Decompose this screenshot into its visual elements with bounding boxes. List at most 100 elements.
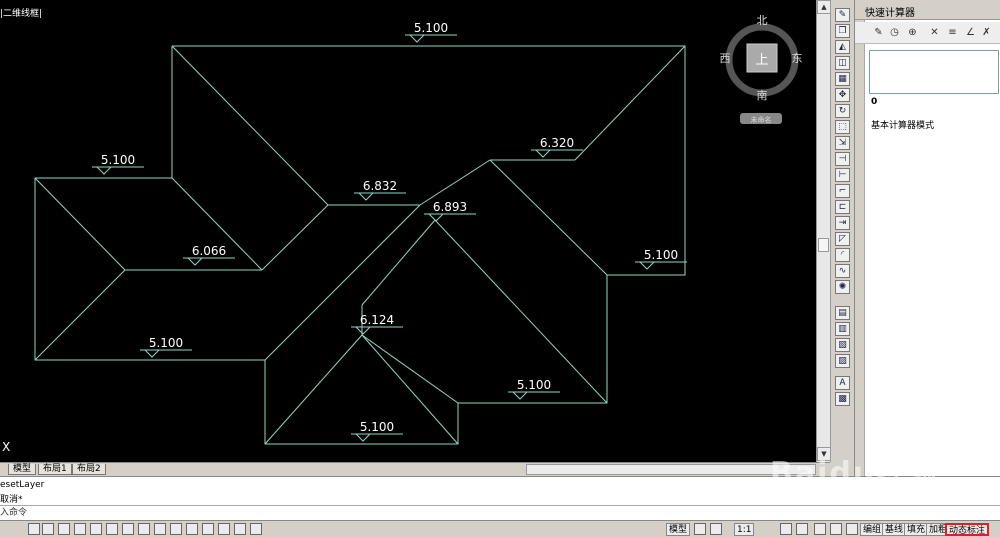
auto-scale-icon[interactable] <box>796 523 808 535</box>
object-snap-icon[interactable] <box>106 523 118 535</box>
viewcube-south-label[interactable]: 南 <box>757 89 768 102</box>
intersection-icon[interactable]: ✗ <box>979 26 994 40</box>
elevation-marker[interactable]: 5.100 <box>351 420 403 442</box>
draworder-back-icon[interactable]: ▥ <box>835 322 850 336</box>
ridge-line[interactable] <box>34 269 126 361</box>
grid-display-icon[interactable] <box>58 523 70 535</box>
elevation-value[interactable]: 5.100 <box>517 378 551 392</box>
get-coordinates-icon[interactable]: ⊕ <box>905 26 920 40</box>
canvas-vertical-scrollbar[interactable]: ▲ ▼ <box>816 0 831 462</box>
scroll-thumb[interactable] <box>818 238 829 252</box>
transparency-icon[interactable] <box>202 523 214 535</box>
viewcube-north-label[interactable]: 北 <box>757 14 768 27</box>
break-at-point-icon[interactable]: ⊏ <box>835 200 850 214</box>
fillet-icon[interactable]: ◜ <box>835 248 850 262</box>
draworder-below-icon[interactable]: ▨ <box>835 354 850 368</box>
tab-layout2[interactable]: 布局2 <box>72 464 106 475</box>
ridge-line[interactable] <box>171 45 329 206</box>
workspace-switch-icon[interactable] <box>814 523 826 535</box>
elevation-marker[interactable]: 5.100 <box>92 153 144 175</box>
join-icon[interactable]: ⇥ <box>835 216 850 230</box>
roof-plan-drawing[interactable]: 5.100 5.100 6.066 6.832 6.893 6.320 5.100 5.100… <box>0 0 816 462</box>
tab-layout1[interactable]: 布局1 <box>38 464 72 475</box>
ridge-line[interactable] <box>574 45 686 161</box>
ortho-mode-icon[interactable] <box>74 523 86 535</box>
ridge-line[interactable] <box>361 219 436 306</box>
explode-icon[interactable]: ✺ <box>835 280 850 294</box>
tab-model[interactable]: 模型 <box>8 464 37 475</box>
baseline-button[interactable]: 基线 <box>882 523 907 536</box>
erase-icon[interactable]: ✎ <box>835 8 850 22</box>
polar-tracking-icon[interactable] <box>90 523 102 535</box>
elevation-value[interactable]: 6.832 <box>363 179 397 193</box>
palette-titlebar[interactable]: 快速计算器 <box>855 0 1000 20</box>
quick-view-layouts-icon[interactable] <box>694 523 706 535</box>
fill-button[interactable]: 填充 <box>904 523 929 536</box>
elevation-marker[interactable]: 6.893 <box>424 200 476 222</box>
mirror-icon[interactable]: ◭ <box>835 40 850 54</box>
model-space-button[interactable]: 模型 <box>666 523 691 536</box>
selection-cycling-icon[interactable] <box>234 523 246 535</box>
offset-icon[interactable]: ◫ <box>835 56 850 70</box>
clear-icon[interactable]: ✎ <box>871 26 886 40</box>
viewcube-east-label[interactable]: 东 <box>792 52 803 65</box>
ridge-line[interactable] <box>489 159 608 276</box>
dynamic-ucs-icon[interactable] <box>154 523 166 535</box>
quick-view-drawings-icon[interactable] <box>710 523 722 535</box>
stretch-icon[interactable]: ⇲ <box>835 136 850 150</box>
elevation-marker[interactable]: 5.100 <box>405 21 457 43</box>
elevation-value[interactable]: 5.100 <box>644 248 678 262</box>
dynamic-input-icon[interactable] <box>170 523 182 535</box>
group-button[interactable]: 编组 <box>860 523 885 536</box>
scroll-up-arrow-icon[interactable]: ▲ <box>817 0 831 14</box>
elevation-marker[interactable]: 6.124 <box>351 313 403 335</box>
elevation-marker[interactable]: 6.320 <box>531 136 583 158</box>
text-front-icon[interactable]: A <box>835 376 850 390</box>
line-angle-icon[interactable]: ≡ <box>945 26 960 40</box>
trim-icon[interactable]: ⊣ <box>835 152 850 166</box>
elevation-value[interactable]: 6.893 <box>433 200 467 214</box>
viewcube-west-label[interactable]: 西 <box>720 52 731 65</box>
elevation-marker[interactable]: 5.100 <box>635 248 687 270</box>
copy-icon[interactable]: ❐ <box>835 24 850 38</box>
elevation-marker[interactable]: 6.066 <box>183 244 235 266</box>
blend-icon[interactable]: ∿ <box>835 264 850 278</box>
wcs-menu-label[interactable]: 未命名 <box>751 115 772 124</box>
ridge-line[interactable] <box>261 204 329 271</box>
quick-properties-icon[interactable] <box>218 523 230 535</box>
dynamic-dimension-button[interactable]: 动态标注 <box>945 523 989 536</box>
rotate-icon[interactable]: ↻ <box>835 104 850 118</box>
annotation-scale[interactable]: 1:1 <box>734 523 755 536</box>
draworder-above-icon[interactable]: ▧ <box>835 338 850 352</box>
scale-icon[interactable]: ⬚ <box>835 120 850 134</box>
elevation-marker[interactable]: 5.100 <box>508 378 560 400</box>
elevation-value[interactable]: 5.100 <box>149 336 183 350</box>
hatch-back-icon[interactable]: ▩ <box>835 392 850 406</box>
ridge-line[interactable] <box>419 159 491 206</box>
draworder-front-icon[interactable]: ▤ <box>835 306 850 320</box>
viewcube-top-label[interactable]: 上 <box>755 53 768 68</box>
ridge-line[interactable] <box>434 219 608 404</box>
break-icon[interactable]: ⌐ <box>835 184 850 198</box>
elevation-value[interactable]: 6.066 <box>192 244 226 258</box>
drawing-canvas[interactable]: 5.100 5.100 6.066 6.832 6.893 6.320 5.100 5.100… <box>0 0 830 462</box>
elevation-value[interactable]: 5.100 <box>360 420 394 434</box>
move-icon[interactable]: ✥ <box>835 88 850 102</box>
calculator-mode-label[interactable]: 基本计算器模式 <box>871 118 934 131</box>
distance-icon[interactable]: ✕ <box>927 26 942 40</box>
ridge-line[interactable] <box>34 177 126 271</box>
3d-osnap-icon[interactable] <box>122 523 134 535</box>
elevation-value[interactable]: 5.100 <box>414 21 448 35</box>
lock-icon[interactable] <box>830 523 842 535</box>
ridge-line[interactable] <box>361 334 459 404</box>
isolate-objects-icon[interactable] <box>846 523 858 535</box>
infer-constraints-icon[interactable] <box>28 523 40 535</box>
viewcube[interactable]: 上 北 南 东 西 未命名 <box>720 14 803 124</box>
elevation-value[interactable]: 6.320 <box>540 136 574 150</box>
snap-mode-icon[interactable] <box>42 523 54 535</box>
palette-side-handle[interactable] <box>855 20 865 476</box>
viewport-style-label[interactable]: |二维线框| <box>0 6 42 19</box>
angle-icon[interactable]: ∠ <box>963 26 978 40</box>
elevation-marker[interactable]: 5.100 <box>140 336 192 358</box>
ridge-line[interactable] <box>264 334 363 445</box>
